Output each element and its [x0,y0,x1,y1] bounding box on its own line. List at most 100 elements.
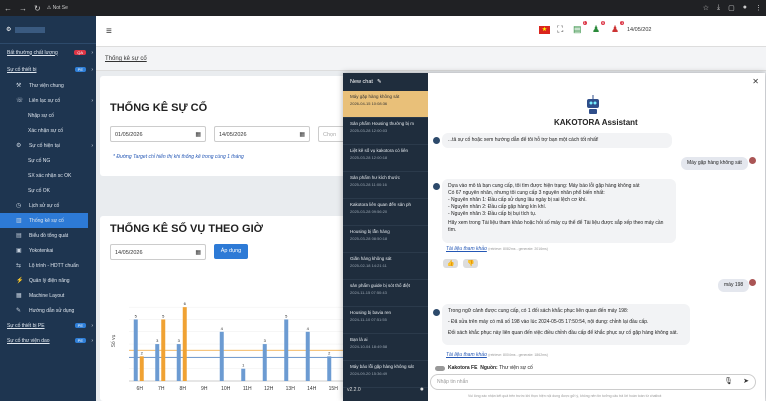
sidebar-item[interactable]: ⚡ Quản lý điện năng [0,273,96,288]
kakotora-toggle[interactable] [435,366,445,371]
calendar-icon[interactable]: ▦ [195,131,201,138]
chat-history-item[interactable]: Máy báo lỗi gặp hàng không sát 2024-09-20… [343,361,428,388]
sidebar-item[interactable]: Nhập sự cố [0,108,96,123]
browser-icons: ☆ ⤓ ▢ ● ⋮ [703,4,762,12]
hamburger-icon[interactable]: ≡ [106,26,112,37]
menu-icon[interactable]: ⋮ [755,4,762,12]
sidebar-item[interactable]: ⚙ Sự cố hiện tại › [0,138,96,153]
to-date-input[interactable]: 14/05/2026 ▦ [214,126,310,142]
bot-message-2-lines: Trong ngữ cảnh được cung cấp, có 1 đối s… [448,308,684,337]
robot-logo-icon [587,95,599,114]
hourly-title: THỐNG KÊ SỐ VỤ THEO GIỜ [110,223,264,235]
sidebar-item[interactable]: Sự cố thư viện dao PE › [0,333,96,348]
chat-history-list: Máy gặp hàng không sát 2026-04-15 10:08:3… [343,91,428,388]
breadcrumb[interactable]: Thống kê sự cố [96,47,766,71]
sidebar: ⚙ Bất thường chất lượng QA › Sự cố thiết bị… [0,16,96,401]
bot-message-1: Dựa vào mô tả bạn cung cấp, tôi tìm được… [442,179,676,243]
chat-history-date: 2024-10-04 18:49:58 [350,344,388,349]
back-icon[interactable]: ← [4,4,12,13]
not-secure-badge[interactable]: ⚠ Not Se [47,5,68,11]
alert-icon[interactable]: ♟ 1 [611,21,625,35]
sidebar-item[interactable]: Sự cố OK [0,183,96,198]
sidebar-item[interactable]: ▥ Thống kê sự cố [0,213,88,228]
sidebar-item[interactable]: SX xác nhận sc OK [0,168,96,183]
send-icon[interactable]: ➤ [743,377,749,385]
new-chat-button[interactable]: New chat ✎ [343,73,428,91]
bell-icon[interactable]: ♟ 6 [592,21,606,35]
chat-history-title: sản phẩm guide bị sót thổ điệt [350,283,411,288]
chevron-right-icon: › [91,142,93,149]
chat-history-item[interactable]: Giãn hàng không sát 2025-02-18 14:21:11 [343,253,428,280]
chat-history-item[interactable]: Sản phẩm Housing thường bị m 2025-03-28 1… [343,118,428,145]
sidebar-item[interactable]: ▦ Machine Layout [0,288,96,303]
sidebar-item-label: Nhập sự cố [28,112,54,119]
message-line: Dựa vào mô tả bạn cung cấp, tôi tìm được… [448,183,640,189]
reference-row-1: Tài liệu tham khảo (retrieve: 8082ms - g… [446,246,548,253]
apply-button[interactable]: Áp dụng [214,244,248,259]
sidebar-item[interactable]: ☏ Liên lạc sự cố › [0,93,96,108]
source-value[interactable]: Thư viện sự cố [499,365,533,371]
profile-icon[interactable]: ● [743,4,747,12]
from-date-input[interactable]: 01/05/2026 ▦ [110,126,206,142]
message-placeholder: Nhập tin nhắn [437,379,469,385]
bot-avatar [433,137,440,144]
sidebar-item[interactable]: Bất thường chất lượng QA › [0,44,96,61]
microphone-icon[interactable]: 🎙 [724,377,733,385]
task-icon[interactable]: ▤ 1 [573,21,587,35]
alert-badge: 1 [620,21,625,25]
star-icon[interactable]: ☆ [703,4,709,12]
thumbs-up-icon[interactable]: 👍 [443,259,459,268]
bot-message-1-lines: Dựa vào mô tả bạn cung cấp, tôi tìm được… [448,183,670,218]
calendar-icon[interactable]: ▦ [195,249,201,256]
bar [133,319,138,381]
sidebar-item-icon: ⇆ [16,263,22,269]
sidebar-item[interactable]: Sự cố NG [0,153,96,168]
chat-history-title: Giãn hàng không sát [350,256,392,261]
sidebar-item[interactable]: Sự cố thiết bị PE PE › [0,318,96,333]
sidebar-item[interactable]: Xác nhận sự cố [0,123,96,138]
greeting-message: ...tả sự cố hoặc xem hướng dẫn để tôi hỗ… [442,133,672,148]
message-input[interactable]: Nhập tin nhắn 🎙 ➤ [430,374,756,390]
sidebar-item[interactable]: ▣ Yokotenkai [0,243,96,258]
sidebar-item[interactable]: ⚒ Thư viện chung [0,78,96,93]
from-date-value: 01/05/2026 [115,132,143,138]
chat-history-item[interactable]: Bạn là ai 2024-10-04 18:49:58 [343,334,428,361]
chat-history-item[interactable]: Liệt kê số vụ kakotora có liên 2025-03-28… [343,145,428,172]
forward-icon[interactable]: → [19,4,27,13]
fullscreen-icon[interactable]: ⛶ [557,24,563,35]
sidebar-item[interactable]: ⇆ Lộ trình - HDTT chuẩn [0,258,96,273]
thumbs-down-icon[interactable]: 👎 [463,259,479,268]
user-avatar[interactable] [15,26,46,33]
bar [327,356,332,381]
x-tick-label: 11H [243,386,252,392]
chat-history-item[interactable]: Housing bị lẫn hàng 2025-03-28 08:50:18 [343,226,428,253]
new-chat-label: New chat [350,79,373,85]
reference-link[interactable]: Tài liệu tham khảo [446,352,487,358]
bot-message-1-tail: Hãy xem trong Tài liệu tham khảo hoặc hỏ… [448,220,664,233]
download-icon[interactable]: ⤓ [717,4,720,12]
sidebar-item[interactable]: ✎ Hướng dẫn sử dụng [0,303,96,318]
extension-icon[interactable]: ▢ [728,4,735,12]
vietnam-flag-icon[interactable]: ★ [539,26,550,34]
chat-history-item[interactable]: Housing bị bavia ren 2024-11-10 07:51:55 [343,307,428,334]
sidebar-item[interactable]: Sự cố thiết bị PE › [0,61,96,78]
user-icon[interactable]: ● [420,386,424,393]
reload-icon[interactable]: ↻ [34,4,41,13]
sidebar-badge: PE [74,67,86,72]
user-avatar [749,157,756,164]
chat-history-item[interactable]: Sản phẩm hư kích thước 2025-03-28 11:00:1… [343,172,428,199]
sidebar-item[interactable]: ▤ Biểu đồ tổng quát [0,228,96,243]
chat-history-date: 2025-03-28 12:00:18 [350,155,388,160]
sidebar-item-icon: ▦ [16,293,22,299]
chat-history-item[interactable]: Máy gặp hàng không sát 2026-04-15 10:08:3… [343,91,428,118]
chat-history-item[interactable]: Kakotora liên quan đến sản ph 2025-03-28 … [343,199,428,226]
chat-history-item[interactable]: sản phẩm guide bị sót thổ điệt 2024-11-15… [343,280,428,307]
target-note: * Đường Target chỉ hiển thị khi thống kê… [113,154,244,160]
close-icon[interactable]: ✕ [752,77,759,86]
hourly-date-input[interactable]: 14/05/2026 ▦ [110,244,206,260]
bell-badge: 6 [601,21,606,25]
sidebar-item-icon: ✎ [16,308,22,314]
calendar-icon[interactable]: ▦ [299,131,305,138]
reference-link[interactable]: Tài liệu tham khảo [446,246,487,252]
sidebar-item[interactable]: ◷ Lịch sử sự cố [0,198,96,213]
